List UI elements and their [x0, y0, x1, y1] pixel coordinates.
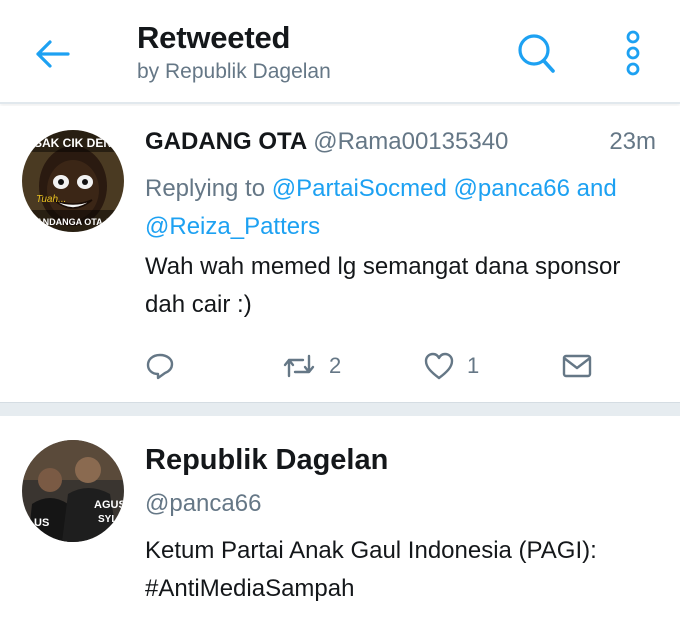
section-divider	[0, 402, 680, 416]
heart-icon	[424, 352, 454, 380]
like-count: 1	[467, 353, 480, 378]
retweet-count: 2	[329, 353, 342, 378]
replying-prefix: Replying to	[145, 175, 266, 202]
tweet-text: Wah wah memed lg semangat dana sponsor d…	[145, 253, 621, 318]
header-title: Retweeted	[137, 20, 291, 55]
mention-link[interactable]: @Reiza_Patters	[145, 213, 320, 240]
tweet-actions: 2 1	[145, 346, 645, 386]
envelope-icon	[562, 354, 592, 378]
svg-text:AGUS: AGUS	[94, 499, 124, 511]
author-handle[interactable]: @Rama00135340	[313, 128, 508, 155]
like-button[interactable]: 1	[423, 346, 479, 386]
mention-link[interactable]: @panca66	[454, 175, 570, 202]
tweet-author-line: GADANG OTA @Rama00135340	[145, 128, 508, 156]
retweeter-profile-card[interactable]: AGUS SYL US Republik Dagelan @panca66 Ke…	[0, 416, 680, 638]
author-display-name[interactable]: GADANG OTA	[145, 128, 307, 155]
reply-button[interactable]	[145, 346, 175, 386]
tweet-card[interactable]: SAK CIK DEN Tuah... MANDANGA OTA AN GADA…	[0, 106, 680, 402]
profile-name[interactable]: Republik Dagelan	[145, 444, 388, 477]
overflow-menu-button[interactable]	[618, 28, 648, 78]
search-icon	[518, 34, 555, 73]
retweet-icon	[283, 354, 315, 378]
avatar[interactable]: SAK CIK DEN Tuah... MANDANGA OTA AN	[22, 130, 124, 232]
svg-text:US: US	[34, 517, 49, 529]
back-button[interactable]	[30, 34, 74, 74]
more-vertical-icon	[626, 30, 640, 76]
svg-text:SAK CIK DEN: SAK CIK DEN	[34, 136, 112, 150]
avatar-image: AGUS SYL US	[22, 440, 124, 542]
svg-text:SYL: SYL	[98, 514, 117, 525]
mention-link[interactable]: @PartaiSocmed	[272, 175, 447, 202]
arrow-left-icon	[36, 40, 70, 68]
mention-and-word: and	[576, 175, 617, 202]
svg-text:Tuah...: Tuah...	[36, 194, 66, 205]
avatar-image: SAK CIK DEN Tuah... MANDANGA OTA AN	[22, 130, 124, 232]
profile-bio: Ketum Partai Anak Gaul Indonesia (PAGI):…	[145, 537, 597, 602]
reply-icon	[146, 353, 174, 380]
app-header: Retweeted by Republik Dagelan	[0, 0, 680, 104]
header-subtitle: by Republik Dagelan	[137, 60, 331, 83]
retweet-button[interactable]: 2	[281, 346, 341, 386]
profile-handle[interactable]: @panca66	[145, 490, 261, 518]
svg-text:MANDANGA OTA AN: MANDANGA OTA AN	[29, 217, 118, 227]
replying-to-line: Replying to @PartaiSocmed @panca66 and @…	[145, 170, 655, 246]
tweet-timestamp: 23m	[609, 128, 656, 155]
avatar[interactable]: AGUS SYL US	[22, 440, 124, 542]
direct-message-button[interactable]	[561, 346, 593, 386]
search-button[interactable]	[513, 30, 559, 76]
